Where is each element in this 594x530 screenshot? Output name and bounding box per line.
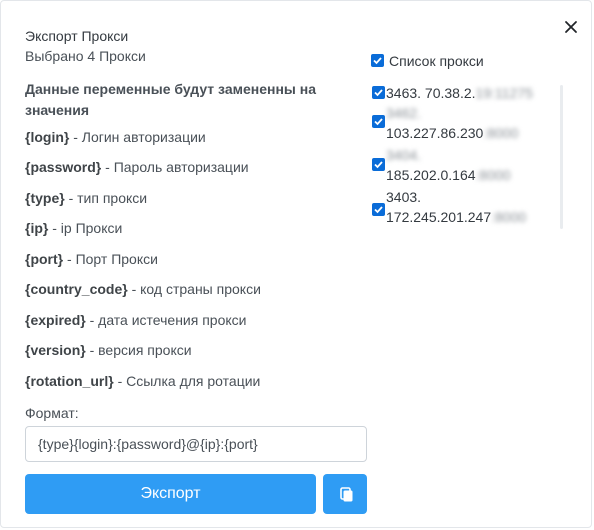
proxy-hidden-part: :8000 (475, 167, 511, 183)
checkmark-icon (374, 161, 383, 169)
variable-key: {expired} (25, 312, 86, 328)
checkmark-icon (374, 206, 383, 214)
checkmark-icon (374, 89, 383, 97)
modal-title: Экспорт Прокси (25, 28, 129, 44)
proxy-checkbox[interactable] (372, 158, 385, 171)
proxy-hidden-part: :8000 (483, 125, 519, 141)
variable-desc: - Логин авторизации (73, 129, 206, 145)
variable-password: {password} - Пароль авторизации (25, 159, 249, 175)
proxy-checkbox[interactable] (372, 203, 385, 216)
variable-key: {type} (25, 190, 65, 206)
format-input[interactable] (25, 426, 367, 462)
variable-desc: - Ссылка для ротации (117, 373, 261, 389)
variable-desc: - Пароль авторизации (105, 159, 249, 175)
proxy-list-scrollbar[interactable] (560, 85, 563, 229)
close-button[interactable] (559, 15, 583, 39)
variable-key: {rotation_url} (25, 373, 114, 389)
proxy-text: 3462. 103.227.86.230:8000 (386, 103, 518, 143)
proxy-text: 3463. 70.38.2.19:11275 (386, 83, 533, 103)
variable-login: {login} - Логин авторизации (25, 129, 206, 145)
variable-version: {version} - версия прокси (25, 342, 192, 358)
variable-expired: {expired} - дата истечения прокси (25, 312, 246, 328)
checkmark-icon (373, 57, 382, 65)
variable-port: {port} - Порт Прокси (25, 251, 158, 267)
variable-desc: - дата истечения прокси (89, 312, 247, 328)
proxy-number: 3403. (386, 189, 422, 205)
proxy-checkbox[interactable] (372, 115, 385, 128)
variables-heading: Данные переменные будут замененны на зна… (25, 81, 316, 118)
variable-key: {login} (25, 129, 70, 145)
variable-desc: - код страны прокси (131, 281, 261, 297)
proxy-text: 3403. 172.245.201.247:8000 (386, 187, 526, 227)
copy-button[interactable] (323, 474, 367, 514)
proxy-list[interactable]: 3463. 70.38.2.19:11275 3462. 103.227.86.2… (371, 83, 557, 231)
proxy-text: 3404. 185.202.0.164:8000 (386, 145, 511, 185)
variable-desc: - Порт Прокси (67, 251, 158, 267)
proxy-hidden-part: :8000 (491, 209, 527, 225)
variable-desc: - версия прокси (89, 342, 192, 358)
proxy-ip: 172.245.201.247 (386, 209, 492, 225)
proxy-number: 3462. (386, 105, 422, 121)
variable-key: {ip} (25, 220, 49, 236)
select-all-checkbox[interactable] (371, 54, 384, 68)
variable-key: {country_code} (25, 281, 128, 297)
variable-type: {type} - тип прокси (25, 190, 147, 206)
variable-ip: {ip} - ip Прокси (25, 220, 122, 236)
variable-country-code: {country_code} - код страны прокси (25, 281, 261, 297)
close-icon (565, 21, 577, 33)
proxy-checkbox[interactable] (372, 86, 385, 99)
proxy-ip: 103.227.86.230 (386, 125, 484, 141)
copy-icon (340, 487, 353, 502)
variable-key: {port} (25, 251, 64, 267)
proxy-number: 3404. (386, 147, 422, 163)
selected-count: Выбрано 4 Прокси (25, 48, 146, 64)
proxy-hidden-part: 19:11275 (475, 85, 533, 101)
variable-key: {version} (25, 342, 86, 358)
variable-desc: - тип прокси (68, 190, 148, 206)
variable-desc: - ip Прокси (52, 220, 123, 236)
proxy-number-ip: 3463. 70.38.2. (386, 85, 476, 101)
variable-key: {password} (25, 159, 102, 175)
proxy-list-header[interactable]: Список прокси (371, 53, 484, 69)
proxy-list-label: Список прокси (389, 53, 484, 69)
export-button[interactable]: Экспорт (25, 474, 316, 514)
proxy-ip: 185.202.0.164 (386, 167, 476, 183)
variable-rotation-url: {rotation_url} - Ссылка для ротации (25, 373, 260, 389)
export-proxy-modal: Экспорт Прокси Выбрано 4 Прокси Данные п… (0, 0, 592, 528)
checkmark-icon (374, 118, 383, 126)
format-label: Формат: (25, 405, 79, 421)
